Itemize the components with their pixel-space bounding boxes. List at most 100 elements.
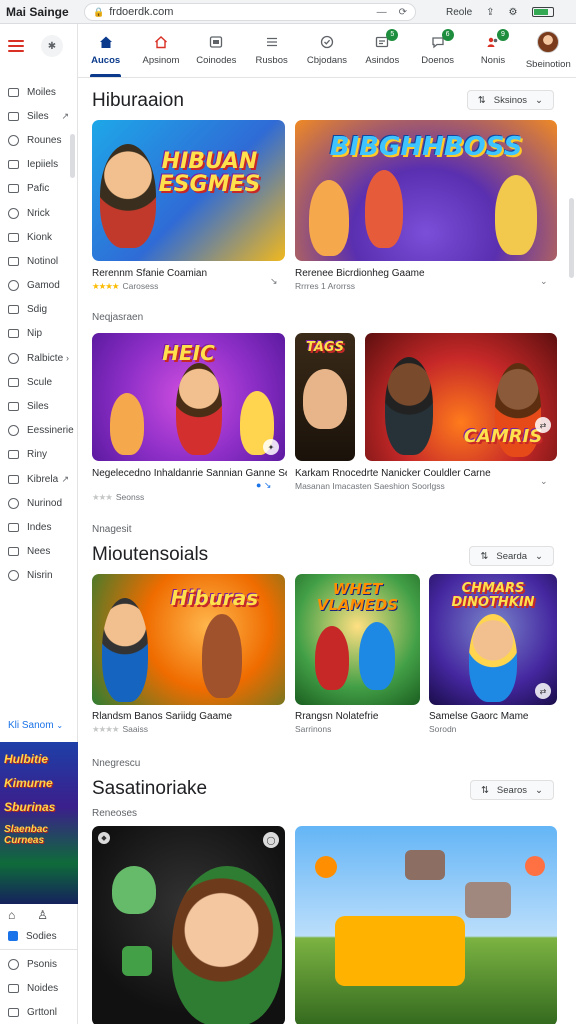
card-more-icon[interactable]: ↘ (270, 276, 278, 287)
sidebar-scrollbar[interactable] (70, 134, 75, 178)
sidebar-bottom-item[interactable]: Noides (0, 976, 78, 1000)
game-card-title[interactable]: Rerenee Bicrdionheg Gaame (295, 268, 535, 279)
sidebar-item[interactable]: Moiles (0, 80, 77, 104)
sidebar-item[interactable]: Nisrin (0, 564, 77, 588)
sidebar-item[interactable]: Gamod (0, 274, 77, 298)
game-card-image[interactable]: CHMARS DINOTHKIN ⇄ (429, 574, 557, 705)
game-card-meta: Sarrinons (295, 724, 332, 734)
minimize-icon[interactable]: — (377, 7, 387, 18)
gear-icon[interactable]: ⚙ (509, 7, 518, 18)
address-bar[interactable]: 🔒 frdoerdk.com — ⟳ (84, 3, 416, 21)
game-card-image[interactable]: WHET VLAMEDS (295, 574, 420, 705)
sidebar-item[interactable]: Siles (0, 394, 77, 418)
game-card-image[interactable]: TAGS (295, 333, 355, 461)
card-more-icon[interactable]: ⌄ (540, 276, 548, 287)
sidebar-promo-banner[interactable]: Hulbitie Kimurne Sburinas Slaenbac Curne… (0, 742, 78, 904)
check-circle-icon (320, 35, 334, 49)
game-card-image[interactable]: CAMRIS ⇄ (365, 333, 557, 461)
sidebar-item[interactable]: Pafic (0, 177, 77, 201)
tab-rusbos[interactable]: Rusbos (244, 23, 299, 77)
promo-text: Kimurne (4, 776, 53, 790)
hamburger-menu-icon[interactable] (8, 40, 24, 52)
sidebar-item[interactable]: Siles ↗ (0, 104, 77, 128)
sidebar-item[interactable]: Nrick (0, 201, 77, 225)
settings-icon[interactable]: ✱ (41, 35, 63, 57)
tab-nonis[interactable]: 9 Nonis (465, 23, 520, 77)
game-card-image[interactable]: HEIC ✦ (92, 333, 285, 461)
sidebar-bottom-item[interactable]: Sodies (0, 924, 78, 948)
sidebar-item[interactable]: Nurinod (0, 491, 77, 515)
sidebar-item[interactable]: Indes (0, 515, 77, 539)
sidebar-bottom-item[interactable]: Psonis (0, 952, 78, 976)
tab-label: Apsinom (142, 54, 180, 66)
reload-icon[interactable]: ⟳ (399, 7, 407, 18)
section-search-button[interactable]: ⇅ Searos ⌄ (469, 780, 554, 800)
share-icon[interactable]: ⇪ (486, 7, 494, 18)
sidebar-item[interactable]: Iepiiels (0, 153, 77, 177)
sidebar-item[interactable]: Scule (0, 370, 77, 394)
sidebar-item-icon (8, 402, 19, 412)
tab-apsinom[interactable]: Apsinom (133, 23, 188, 77)
tab-cbjodans[interactable]: Cbjodans (299, 23, 354, 77)
sidebar-item[interactable]: Rounes (0, 128, 77, 152)
tab-sbeinotion[interactable]: Sbeinotion (521, 23, 576, 77)
game-card-title[interactable]: Negelecedno Inhaldanrie Sannian Ganne Se… (92, 468, 287, 479)
sidebar-item[interactable]: Riny (0, 443, 77, 467)
chevron-icon: ↗ (61, 473, 69, 484)
chevron-icon: › (66, 353, 69, 364)
card-image-text: CAMRIS (463, 426, 543, 448)
tab-coinodes[interactable]: Coinodes (189, 23, 244, 77)
tab-aucos[interactable]: Aucos (78, 23, 133, 77)
section-search-button[interactable]: ⇅ Searda ⌄ (469, 546, 554, 566)
sidebar-item-icon (8, 474, 19, 484)
game-card-title[interactable]: Rrangsn Nolatefrie (295, 711, 420, 722)
sidebar-item[interactable]: Eessinerie (0, 419, 77, 443)
avatar (537, 30, 560, 53)
promo-text: Slaenbac Curneas (4, 824, 48, 846)
sidebar-item[interactable]: Notinol (0, 249, 77, 273)
game-card-image[interactable]: HIBUAN ESGMES (92, 120, 285, 261)
rating-stars: ★★★★ (92, 724, 120, 734)
sidebar-item[interactable]: Kibrela ↗ (0, 467, 77, 491)
sidebar-item-icon (8, 450, 19, 460)
sidebar-item[interactable]: Nip (0, 322, 77, 346)
game-card-image[interactable] (295, 826, 557, 1024)
sidebar-item-icon (8, 232, 19, 242)
sidebar-item-icon (8, 87, 19, 97)
sidebar-bottom-item[interactable]: Grttonl (0, 1000, 78, 1024)
section-sort-button[interactable]: ⇅ Sksinos ⌄ (466, 90, 554, 110)
sidebar-item-label: Eessinerie (27, 425, 74, 437)
sidebar-item[interactable]: Nees (0, 540, 77, 564)
section-subheading: Nnegrescu (92, 758, 141, 769)
card-image-text: BIBGHHBOSS (329, 132, 523, 162)
main-scrollbar[interactable] (569, 198, 574, 278)
game-card-title[interactable]: Samelse Gaorc Mame (429, 711, 557, 722)
game-card-title[interactable]: Rlandsm Banos Sariidg Gaame (92, 711, 282, 722)
tab-doenos[interactable]: 6 Doenos (410, 23, 465, 77)
sidebar-item-label: Nees (27, 546, 51, 558)
game-card-image[interactable]: BIBGHHBOSS (295, 120, 557, 261)
notification-badge: 9 (496, 28, 509, 41)
info-icon[interactable]: ● ↘ (256, 480, 271, 491)
sidebar-item-label: Nip (27, 328, 43, 340)
sidebar-item[interactable]: Kionk (0, 225, 77, 249)
sidebar-item-label: Pafic (27, 183, 50, 195)
game-card-image[interactable]: Hiburas (92, 574, 285, 705)
sidebar-item[interactable]: Ralbicte › (0, 346, 77, 370)
sidebar-item-icon (8, 305, 19, 315)
game-card-image[interactable]: ◆ ◯ (92, 826, 285, 1024)
sidebar-item-label: Sdig (27, 304, 48, 316)
sidebar-item[interactable]: Sdig (0, 298, 77, 322)
lock-icon: 🔒 (93, 6, 105, 17)
card-more-icon[interactable]: ⌄ (540, 476, 548, 487)
game-card-title[interactable]: Karkam Rnocedrte Nanicker Couldler Carne (295, 468, 535, 479)
sidebar: ✱ Moiles Siles ↗ Rounes Iepiiels Pafic Nrick Ki… (0, 24, 78, 1024)
tab-asindos[interactable]: 5 Asindos (355, 23, 410, 77)
game-card-title[interactable]: Rerennm Sfanie Coamian (92, 268, 272, 279)
person-icon[interactable]: ♙ (37, 908, 48, 922)
badge-icon: ✦ (263, 439, 279, 455)
sidebar-promo-label[interactable]: Kli Sanom ⌄ (8, 720, 63, 731)
home-icon[interactable]: ⌂ (8, 908, 15, 922)
home-icon (99, 35, 113, 49)
sidebar-item-label: Rounes (27, 134, 62, 146)
